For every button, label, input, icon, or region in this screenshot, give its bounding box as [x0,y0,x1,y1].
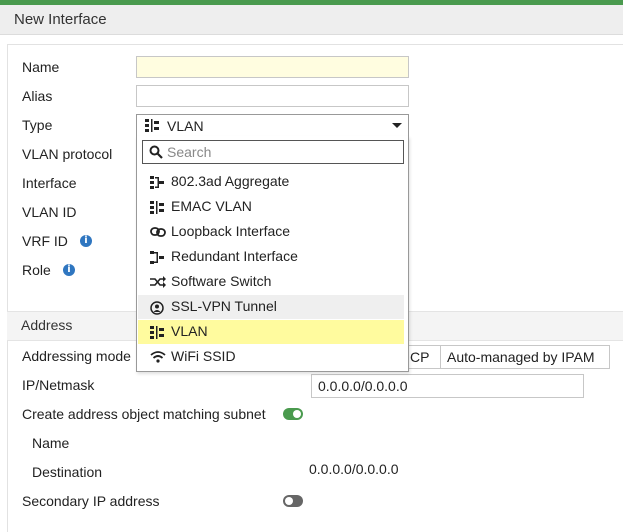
type-option-vlan[interactable]: VLAN [138,320,404,344]
loopback-icon [150,226,166,238]
addressing-mode-dhcp-text: CP [410,349,430,365]
type-option-ssl-vpn-tunnel[interactable]: SSL-VPN Tunnel [138,295,404,319]
option-label: VLAN [171,323,208,339]
name-label: Name [22,59,60,75]
aggregate-icon [150,176,164,189]
type-search-box [142,140,404,164]
type-option-loopback[interactable]: Loopback Interface [138,220,404,244]
vrf-id-label: VRF ID [22,233,68,249]
toggle-knob [293,410,301,418]
role-info-icon[interactable]: i [63,264,75,276]
addressing-mode-ipam-text: Auto-managed by IPAM [447,349,595,365]
alias-label: Alias [22,88,53,104]
create-address-object-toggle[interactable] [283,408,303,420]
address-object-name-label: Name [32,435,70,451]
type-option-software-switch[interactable]: Software Switch [138,270,404,294]
vlan-icon [150,201,164,214]
addressing-mode-ipam-button[interactable]: Auto-managed by IPAM [440,345,610,369]
type-search-input[interactable] [167,143,397,161]
interface-label: Interface [22,175,77,191]
name-input[interactable] [136,56,409,78]
search-icon [149,145,163,159]
type-select-value: VLAN [167,118,204,134]
type-option-aggregate[interactable]: 802.3ad Aggregate [138,170,404,194]
chevron-down-icon[interactable] [392,123,402,128]
secondary-ip-label: Secondary IP address [22,493,160,509]
option-label: SSL-VPN Tunnel [171,298,277,314]
option-label: EMAC VLAN [171,198,252,214]
ip-netmask-label: IP/Netmask [22,377,95,393]
option-label: Software Switch [171,273,272,289]
ssl-vpn-icon [150,301,164,315]
vlan-icon [150,326,164,339]
type-option-emac-vlan[interactable]: EMAC VLAN [138,195,404,219]
addressing-mode-dhcp-button[interactable]: CP [405,345,441,369]
address-section-title: Address [21,317,73,333]
vlan-protocol-label: VLAN protocol [22,146,113,162]
toggle-knob [285,497,293,505]
switch-icon [150,276,166,288]
type-select[interactable]: VLAN [136,114,409,137]
window-title: New Interface [14,11,107,28]
option-label: Redundant Interface [171,248,298,264]
type-option-wifi-ssid[interactable]: WiFi SSID [138,345,404,369]
option-label: 802.3ad Aggregate [171,173,290,189]
destination-label: Destination [32,464,103,480]
type-option-redundant[interactable]: Redundant Interface [138,245,404,269]
option-label: Loopback Interface [171,223,291,239]
alias-input[interactable] [136,85,409,107]
redundant-icon [150,251,164,264]
wifi-icon [150,351,166,363]
option-label: WiFi SSID [171,348,236,364]
vrf-id-info-icon[interactable]: i [80,235,92,247]
role-label: Role [22,262,51,278]
ip-netmask-input[interactable] [311,374,584,398]
create-address-object-label: Create address object matching subnet [22,406,266,422]
type-dropdown-menu: 802.3ad Aggregate EMAC VLAN Loopback Int… [136,136,409,372]
addressing-mode-label: Addressing mode [22,348,131,364]
destination-value: 0.0.0.0/0.0.0.0 [309,461,399,477]
window-titlebar: New Interface [0,5,623,35]
secondary-ip-toggle[interactable] [283,495,303,507]
vlan-icon [145,119,159,132]
type-label: Type [22,117,53,133]
vlan-id-label: VLAN ID [22,204,77,220]
